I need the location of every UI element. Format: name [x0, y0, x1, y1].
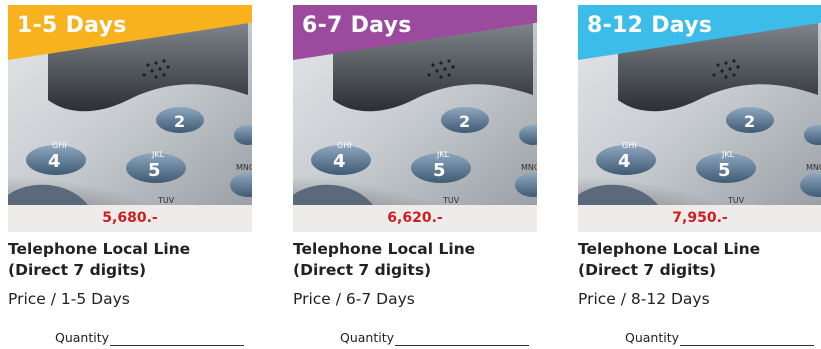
key-label-4: 4: [333, 151, 346, 172]
key-label-ghi: GHI: [52, 141, 67, 150]
product-title-line-2: (Direct 7 digits): [8, 261, 147, 279]
key-label-jkl: JKL: [721, 150, 735, 159]
key-label-5: 5: [433, 160, 446, 181]
key-label-2: 2: [744, 112, 755, 131]
product-card-8-12-days: GHI 4 2 JKL 5 TUV MNO 8-12 Days 7,950.- …: [578, 5, 821, 349]
product-title-line-1: Telephone Local Line: [293, 240, 476, 258]
price-label: 5,680.-: [8, 205, 252, 232]
key-label-2: 2: [459, 112, 470, 131]
quantity-field[interactable]: Quantity: [340, 326, 530, 346]
product-title: Telephone Local Line (Direct 7 digits): [578, 239, 821, 281]
duration-label: 8-12 Days: [587, 13, 713, 38]
price-label: 7,950.-: [578, 205, 821, 232]
product-card-6-7-days: GHI 4 2 JKL 5 TUV MNO 6-7 Days 6,620.- T…: [293, 5, 537, 349]
key-label-4: 4: [48, 151, 61, 172]
price-label: 6,620.-: [293, 205, 537, 232]
product-subtitle: Price / 1-5 Days: [8, 290, 130, 308]
product-card-1-5-days: GHI 4 2 JKL 5 TUV MNO 1-5 Days 5,680.- T…: [8, 5, 252, 349]
product-subtitle: Price / 8-12 Days: [578, 290, 710, 308]
quantity-input-line[interactable]: [395, 332, 530, 346]
product-title: Telephone Local Line (Direct 7 digits): [293, 239, 537, 281]
quantity-label: Quantity: [625, 330, 680, 345]
quantity-field[interactable]: Quantity: [55, 326, 245, 346]
product-subtitle: Price / 6-7 Days: [293, 290, 415, 308]
key-label-5: 5: [718, 160, 731, 181]
product-title-line-2: (Direct 7 digits): [578, 261, 717, 279]
quantity-input-line[interactable]: [680, 332, 815, 346]
product-title-line-1: Telephone Local Line: [578, 240, 761, 258]
key-label-mno: MNO: [806, 163, 821, 172]
product-title-line-1: Telephone Local Line: [8, 240, 191, 258]
product-title: Telephone Local Line (Direct 7 digits): [8, 239, 252, 281]
duration-label: 1-5 Days: [17, 13, 127, 38]
key-label-tuv: TUV: [442, 196, 460, 205]
key-label-mno: MNO: [521, 163, 537, 172]
key-label-ghi: GHI: [622, 141, 637, 150]
quantity-label: Quantity: [340, 330, 395, 345]
key-label-mno: MNO: [236, 163, 252, 172]
key-label-jkl: JKL: [436, 150, 450, 159]
quantity-input-line[interactable]: [110, 332, 245, 346]
key-label-jkl: JKL: [151, 150, 165, 159]
key-label-4: 4: [618, 151, 631, 172]
quantity-field[interactable]: Quantity: [625, 326, 815, 346]
telephone-photo: GHI 4 2 JKL 5 TUV MNO 6-7 Days: [293, 5, 537, 205]
telephone-photo: GHI 4 2 JKL 5 TUV MNO 8-12 Days: [578, 5, 821, 205]
quantity-label: Quantity: [55, 330, 110, 345]
product-title-line-2: (Direct 7 digits): [293, 261, 432, 279]
duration-label: 6-7 Days: [302, 13, 412, 38]
key-label-5: 5: [148, 160, 161, 181]
key-label-ghi: GHI: [337, 141, 352, 150]
telephone-photo: GHI 4 2 JKL 5 TUV MNO 1-5 Days: [8, 5, 252, 205]
key-label-2: 2: [174, 112, 185, 131]
key-label-tuv: TUV: [727, 196, 745, 205]
key-label-tuv: TUV: [157, 196, 175, 205]
